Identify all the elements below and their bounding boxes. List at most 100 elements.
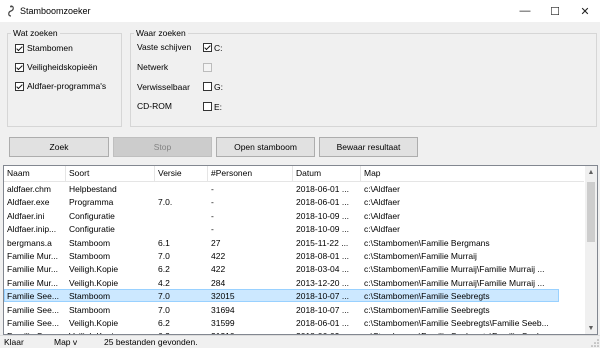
table-cell: - bbox=[211, 224, 214, 235]
table-cell: aldfaer.chm bbox=[7, 184, 51, 194]
table-cell: 422 bbox=[211, 251, 226, 261]
table-cell: 31599 bbox=[211, 318, 235, 328]
table-cell: Aldfaer.ini bbox=[7, 210, 45, 221]
col-personen-header[interactable]: #Personen bbox=[208, 166, 293, 181]
scroll-thumb[interactable] bbox=[587, 182, 595, 242]
stambomen-label[interactable]: Stambomen bbox=[27, 43, 73, 53]
table-cell: c:\Stambomen\Familie Seebregts bbox=[364, 291, 490, 302]
table-cell: Helpbestand bbox=[69, 184, 117, 194]
veiligheidskopieen-checkbox[interactable] bbox=[15, 63, 24, 72]
window-title: Stamboomzoeker bbox=[20, 6, 91, 16]
table-row[interactable]: Familie See... Veiligh.Kopie 6.2 31599 2018-… bbox=[4, 316, 584, 330]
table-row[interactable]: Aldfaer.inip... Configuratie - 2018-10-09 .… bbox=[4, 222, 584, 236]
table-cell bbox=[155, 209, 211, 223]
table-cell: c:\Aldfaer bbox=[364, 184, 400, 194]
table-cell: Stamboom bbox=[69, 291, 111, 302]
table-cell: - bbox=[211, 210, 214, 221]
table-cell: 27 bbox=[211, 237, 221, 248]
table-cell: c:\Stambomen\Familie Murraij\Familie Mur… bbox=[364, 277, 545, 288]
table-cell: 284 bbox=[211, 277, 226, 288]
table-cell: Familie See... bbox=[7, 304, 59, 315]
table-row[interactable]: Familie Mur... Stamboom 7.0 422 2018-08-01 .… bbox=[4, 249, 584, 263]
drive-c-label[interactable]: C: bbox=[214, 43, 223, 53]
table-row[interactable]: bergmans.a Stamboom 6.1 27 2015-11-22 ... c:\… bbox=[4, 236, 584, 250]
table-cell: 6.1 bbox=[158, 237, 170, 248]
close-button[interactable]: ✕ bbox=[570, 0, 600, 22]
col-naam-header[interactable]: Naam bbox=[4, 166, 66, 181]
scroll-up-icon[interactable]: ▲ bbox=[585, 166, 597, 178]
minimize-button[interactable]: — bbox=[510, 0, 540, 22]
table-cell: c:\Stambomen\Familie Murraij bbox=[364, 251, 477, 261]
table-cell: 32015 bbox=[211, 291, 235, 302]
veiligheidskopieen-label[interactable]: Veiligheidskopieën bbox=[27, 62, 97, 72]
cd-rom-label: CD-ROM bbox=[137, 101, 172, 111]
table-cell: Familie Mur... bbox=[7, 251, 59, 261]
zoek-button[interactable]: Zoek bbox=[9, 137, 109, 157]
table-cell: - bbox=[211, 184, 214, 194]
table-cell: Familie Mur... bbox=[7, 277, 59, 288]
vaste-schijven-label: Vaste schijven bbox=[137, 42, 192, 52]
table-row[interactable]: Familie See... Stamboom 7.0 31694 2018-10-07… bbox=[4, 303, 584, 317]
open-stamboom-button[interactable]: Open stamboom bbox=[216, 137, 315, 157]
table-row[interactable]: Aldfaer.ini Configuratie - 2018-10-09 ... c:… bbox=[4, 209, 584, 223]
table-row[interactable]: aldfaer.chm Helpbestand - 2018-06-01 ... c:\… bbox=[4, 182, 584, 196]
table-cell: c:\Stambomen\Familie Seebregts\Familie S… bbox=[364, 318, 549, 328]
status-bar: Klaar Map v 25 bestanden gevonden. bbox=[0, 335, 600, 348]
drive-g-checkbox[interactable] bbox=[203, 82, 212, 91]
list-header: Naam Soort Versie #Personen Datum Map bbox=[4, 166, 584, 182]
stambomen-checkbox[interactable] bbox=[15, 44, 24, 53]
resize-grip-icon[interactable] bbox=[591, 339, 599, 347]
table-cell: Aldfaer.exe bbox=[7, 197, 50, 208]
table-cell: 6.2 bbox=[158, 318, 170, 328]
table-cell: Veiligh.Kopie bbox=[69, 318, 119, 328]
drive-g-label[interactable]: G: bbox=[214, 82, 223, 92]
table-cell: Configuratie bbox=[69, 210, 115, 221]
col-map-header[interactable]: Map bbox=[361, 166, 584, 181]
drive-e-checkbox[interactable] bbox=[203, 102, 212, 111]
aldfaer-programmas-checkbox[interactable] bbox=[15, 82, 24, 91]
waar-zoeken-group bbox=[130, 33, 597, 127]
table-cell: Veiligh.Kopie bbox=[69, 277, 119, 288]
stop-button[interactable]: Stop bbox=[113, 137, 212, 157]
table-row[interactable]: Familie Mur... Veiligh.Kopie 6.2 422 2018-03… bbox=[4, 262, 584, 276]
verwisselbaar-label: Verwisselbaar bbox=[137, 82, 190, 92]
netwerk-checkbox[interactable] bbox=[203, 63, 212, 72]
table-cell: 4.2 bbox=[158, 277, 170, 288]
waar-zoeken-legend: Waar zoeken bbox=[134, 28, 188, 38]
table-cell: 2018-06-01 ... bbox=[296, 184, 349, 194]
table-cell: c:\Stambomen\Familie Murraij\Familie Mur… bbox=[364, 264, 545, 275]
wat-zoeken-legend: Wat zoeken bbox=[11, 28, 60, 38]
table-row[interactable]: Aldfaer.exe Programma 7.0. - 2018-06-01 ... c… bbox=[4, 195, 584, 209]
table-cell: 422 bbox=[211, 264, 226, 275]
table-row[interactable]: Familie See... Stamboom 7.0 32015 2018-10-07… bbox=[4, 289, 584, 303]
drive-e-label[interactable]: E: bbox=[214, 102, 222, 112]
aldfaer-programmas-label[interactable]: Aldfaer-programma's bbox=[27, 81, 106, 91]
table-row[interactable]: Familie Mur... Veiligh.Kopie 4.2 284 2013-12… bbox=[4, 276, 584, 290]
vertical-scrollbar[interactable]: ▲ ▼ bbox=[585, 166, 597, 334]
table-cell: bergmans.a bbox=[7, 237, 52, 248]
col-datum-header[interactable]: Datum bbox=[293, 166, 361, 181]
table-cell: Aldfaer.inip... bbox=[7, 224, 57, 235]
title-bar: Stamboomzoeker — ☐ ✕ bbox=[0, 0, 600, 22]
app-icon bbox=[8, 5, 14, 17]
table-cell: c:\Aldfaer bbox=[364, 197, 400, 208]
table-cell: Familie See... bbox=[7, 318, 59, 328]
maximize-button[interactable]: ☐ bbox=[540, 0, 570, 22]
table-cell: 7.0 bbox=[158, 291, 170, 302]
scroll-down-icon[interactable]: ▼ bbox=[585, 322, 597, 334]
status-message: 25 bestanden gevonden. bbox=[104, 337, 198, 347]
table-cell: - bbox=[211, 197, 214, 208]
table-cell: 2013-12-20 ... bbox=[296, 277, 349, 288]
table-cell: Programma bbox=[69, 197, 114, 208]
table-cell: Stamboom bbox=[69, 237, 111, 248]
col-versie-header[interactable]: Versie bbox=[155, 166, 208, 181]
table-cell: 7.0 bbox=[158, 304, 170, 315]
col-soort-header[interactable]: Soort bbox=[66, 166, 155, 181]
results-list[interactable]: Naam Soort Versie #Personen Datum Map al… bbox=[3, 165, 598, 335]
table-cell: Stamboom bbox=[69, 251, 111, 261]
bewaar-resultaat-button[interactable]: Bewaar resultaat bbox=[319, 137, 418, 157]
table-cell: c:\Aldfaer bbox=[364, 224, 400, 235]
table-cell: 2018-10-09 ... bbox=[296, 210, 349, 221]
drive-c-checkbox[interactable] bbox=[203, 43, 212, 52]
status-mode: Map v bbox=[54, 337, 78, 347]
